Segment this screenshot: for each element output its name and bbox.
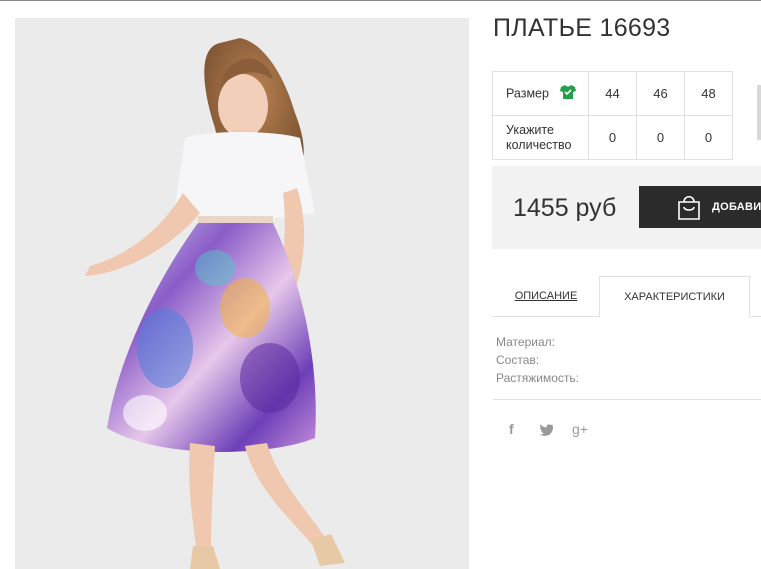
- product-tabs: ОПИСАНИЕ ХАРАКТЕРИСТИКИ: [493, 276, 761, 318]
- facebook-icon[interactable]: f: [509, 421, 514, 437]
- size-label: Размер: [506, 85, 549, 100]
- size-46: 46: [636, 71, 685, 116]
- tab-characteristics[interactable]: ХАРАКТЕРИСТИКИ: [599, 276, 750, 318]
- size-row: Размер 44 46 48: [492, 71, 733, 116]
- quantity-46-input[interactable]: 0: [636, 115, 685, 160]
- googleplus-icon[interactable]: g+: [572, 421, 588, 437]
- top-border: [0, 0, 761, 1]
- shirt-icon[interactable]: [560, 84, 577, 103]
- price: 1455 руб: [513, 194, 617, 222]
- scroll-edge: [757, 85, 761, 140]
- add-to-cart-button[interactable]: ДОБАВИТ: [639, 186, 761, 228]
- size-label-cell: Размер: [492, 71, 589, 116]
- spec-material: Материал:: [496, 335, 555, 349]
- size-quantity-table: Размер 44 46 48 Укажите количество 0 0 0: [492, 71, 733, 160]
- tab-description[interactable]: ОПИСАНИЕ: [493, 276, 599, 317]
- size-44: 44: [588, 71, 637, 116]
- quantity-label-cell: Укажите количество: [492, 115, 589, 160]
- quantity-label-line1: Укажите: [506, 122, 554, 137]
- shopping-bag-icon: [677, 194, 701, 225]
- spec-stretch: Растяжимость:: [496, 371, 580, 385]
- spec-composition: Состав:: [496, 353, 540, 367]
- quantity-44-input[interactable]: 0: [588, 115, 637, 160]
- quantity-48-input[interactable]: 0: [684, 115, 733, 160]
- quantity-row: Укажите количество 0 0 0: [492, 115, 733, 160]
- add-to-cart-label: ДОБАВИТ: [712, 201, 761, 213]
- price-box: 1455 руб ДОБАВИТ: [492, 166, 761, 249]
- product-title: ПЛАТЬЕ 16693: [493, 14, 671, 42]
- section-divider: [493, 399, 761, 400]
- quantity-label-line2: количество: [506, 137, 572, 152]
- product-image[interactable]: [15, 18, 469, 569]
- characteristics-list: Материал: Состав: Растяжимость:: [496, 333, 579, 387]
- size-48: 48: [684, 71, 733, 116]
- twitter-icon[interactable]: [539, 423, 554, 439]
